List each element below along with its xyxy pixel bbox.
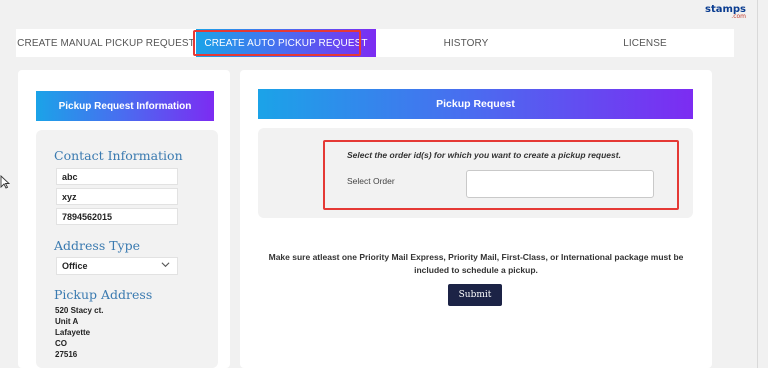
address-line: Unit A bbox=[55, 317, 79, 326]
contact-field-second[interactable]: xyz bbox=[56, 188, 178, 205]
contact-field-first[interactable]: abc bbox=[56, 168, 178, 185]
pickup-address-title: Pickup Address bbox=[54, 287, 153, 302]
stamps-logo: stamps .com bbox=[705, 4, 746, 20]
select-order-label: Select Order bbox=[347, 176, 395, 186]
tab-create-auto-pickup[interactable]: CREATE AUTO PICKUP REQUEST bbox=[196, 29, 376, 57]
pickup-info-header: Pickup Request Information bbox=[36, 91, 214, 121]
address-type-title: Address Type bbox=[54, 238, 141, 253]
address-line: 27516 bbox=[55, 350, 78, 359]
order-instruction: Select the order id(s) for which you wan… bbox=[347, 150, 621, 160]
package-requirement-notice: Make sure atleast one Priority Mail Expr… bbox=[268, 252, 684, 275]
tab-create-manual-pickup[interactable]: CREATE MANUAL PICKUP REQUEST bbox=[16, 29, 196, 57]
tab-license[interactable]: LICENSE bbox=[556, 29, 734, 57]
address-line: Lafayette bbox=[55, 328, 91, 337]
submit-button[interactable]: Submit bbox=[448, 284, 502, 306]
address-line: CO bbox=[55, 339, 67, 348]
select-order-input[interactable] bbox=[466, 170, 654, 198]
address-type-value: Office bbox=[62, 261, 88, 271]
logo-suffix: .com bbox=[731, 13, 747, 20]
chevron-down-icon bbox=[161, 260, 170, 271]
pickup-request-header: Pickup Request bbox=[258, 89, 693, 119]
scrollbar-track bbox=[757, 0, 758, 368]
mouse-cursor-icon bbox=[0, 174, 11, 189]
address-line: 520 Stacy ct. bbox=[55, 306, 104, 315]
tab-history[interactable]: HISTORY bbox=[376, 29, 556, 57]
contact-field-phone[interactable]: 7894562015 bbox=[56, 208, 178, 225]
contact-information-title: Contact Information bbox=[54, 148, 183, 163]
address-type-select[interactable]: Office bbox=[56, 257, 178, 275]
tab-bar: CREATE MANUAL PICKUP REQUEST CREATE AUTO… bbox=[16, 29, 734, 57]
